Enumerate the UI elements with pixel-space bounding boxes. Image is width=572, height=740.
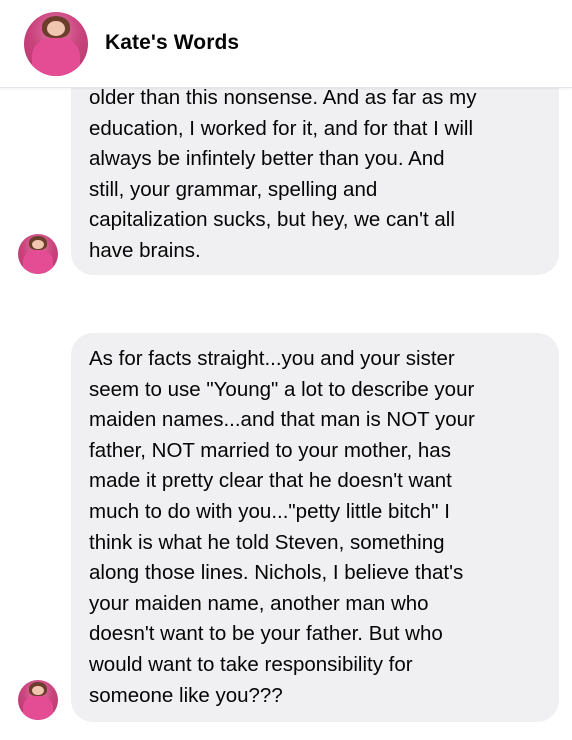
avatar-face xyxy=(32,239,44,250)
conversation-title[interactable]: Kate's Words xyxy=(105,31,239,55)
profile-photo-icon[interactable] xyxy=(24,12,88,76)
avatar-shirt xyxy=(22,696,54,720)
message-bubble[interactable]: As for facts straight...you and your sis… xyxy=(71,333,559,722)
message-bubble[interactable]: older than this nonsense. And as far as … xyxy=(71,60,559,275)
avatar-shirt xyxy=(22,250,54,274)
conversation-header: Kate's Words xyxy=(0,0,572,88)
sender-avatar[interactable] xyxy=(18,234,58,274)
avatar-shirt xyxy=(31,37,81,76)
avatar-face xyxy=(32,685,44,696)
sender-avatar[interactable] xyxy=(18,680,58,720)
